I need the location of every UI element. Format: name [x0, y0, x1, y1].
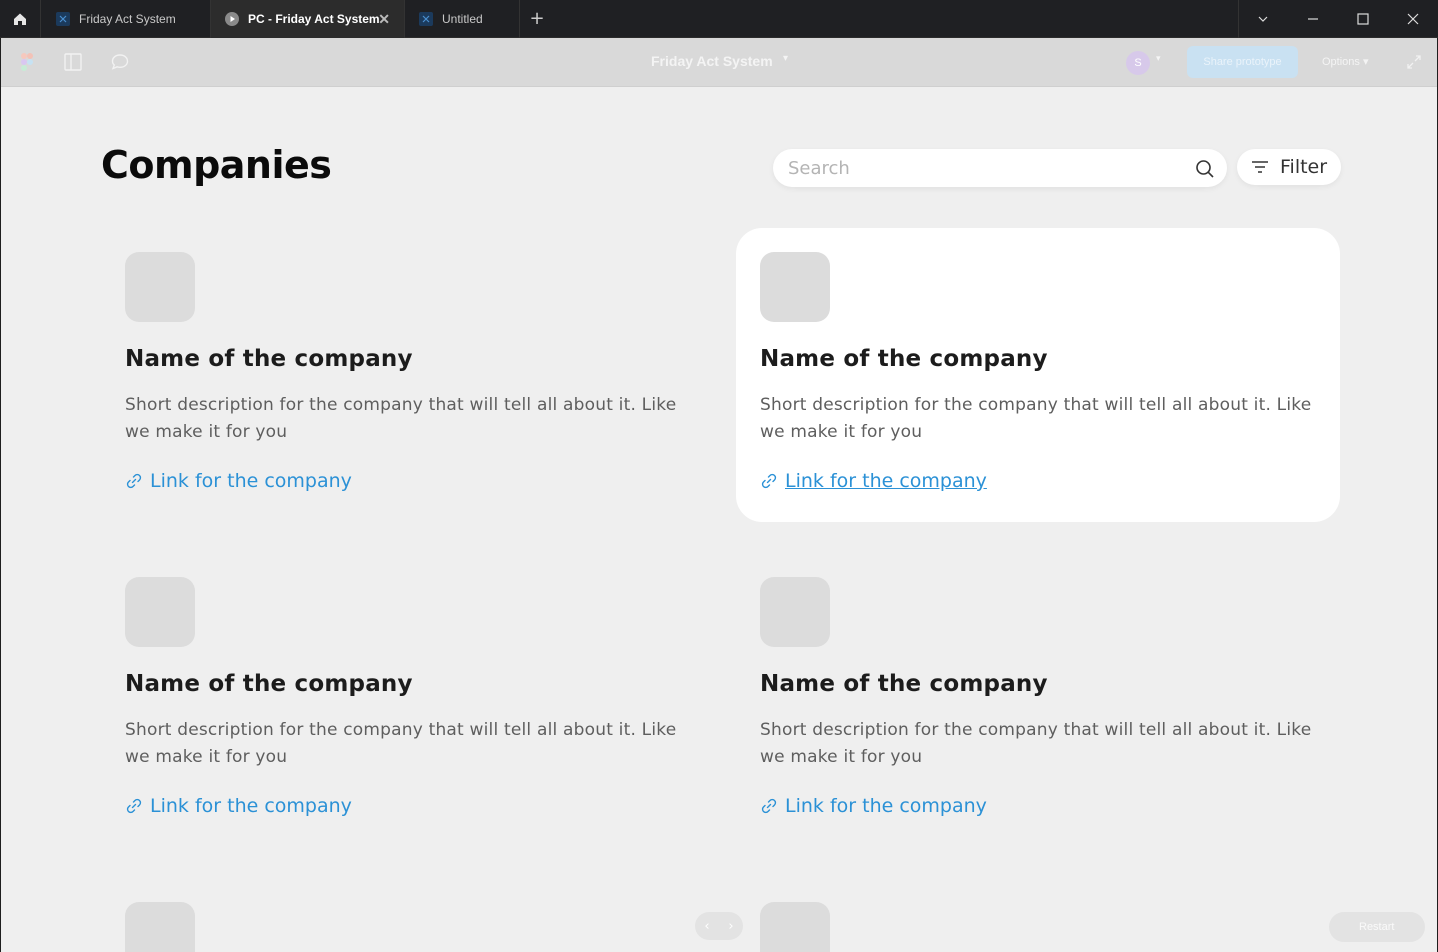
link-icon [125, 797, 143, 815]
company-name: Name of the company [760, 346, 1048, 372]
company-logo [760, 902, 830, 952]
link-icon [760, 797, 778, 815]
link-icon [125, 472, 143, 490]
company-link-text[interactable]: Link for the company [150, 470, 352, 492]
company-card-highlighted: Name of the company Short description fo… [736, 228, 1340, 522]
search-input[interactable]: Search [773, 149, 1227, 187]
chevron-down-icon[interactable]: ▾ [783, 53, 788, 64]
close-tab-icon[interactable]: ✕ [378, 12, 390, 26]
comment-icon[interactable] [108, 50, 132, 74]
company-link[interactable]: Link for the company [125, 795, 352, 817]
options-label: Options [1322, 56, 1360, 68]
title-bar: Friday Act System PC - Friday Act System… [0, 0, 1438, 38]
next-icon[interactable]: › [728, 919, 733, 934]
new-tab-button[interactable]: + [527, 9, 547, 29]
tab-pc-friday-act-system[interactable]: PC - Friday Act System ✕ [211, 0, 405, 38]
file-icon [419, 12, 433, 26]
company-description: Short description for the company that w… [760, 720, 1312, 767]
avatar[interactable]: S [1126, 51, 1150, 75]
close-window-icon[interactable] [1388, 0, 1438, 38]
chevron-down-icon[interactable]: ▾ [1156, 54, 1161, 64]
company-card: Name of the company Short description fo… [101, 553, 705, 847]
company-card: Name of the company Short description fo… [101, 228, 705, 522]
company-logo [125, 577, 195, 647]
file-name[interactable]: Friday Act System [651, 53, 773, 69]
company-link[interactable]: Link for the company [125, 470, 352, 492]
company-link-text[interactable]: Link for the company [150, 795, 352, 817]
share-prototype-button[interactable]: Share prototype [1187, 46, 1298, 78]
company-logo [125, 902, 195, 952]
play-icon [225, 12, 239, 26]
prototype-canvas: Companies Search Filter Name of the comp… [1, 87, 1437, 952]
sidebar-toggle-icon[interactable] [61, 50, 85, 74]
company-link[interactable]: Link for the company [760, 795, 987, 817]
company-logo [760, 577, 830, 647]
figma-logo-icon[interactable] [15, 50, 39, 74]
tab-label: Friday Act System [79, 12, 176, 26]
company-name: Name of the company [760, 671, 1048, 697]
company-link[interactable]: Link for the company [760, 470, 987, 492]
options-menu[interactable]: Options ▾ [1322, 55, 1369, 68]
company-card: Name of the company Short description fo… [736, 553, 1340, 847]
search-icon[interactable] [1195, 159, 1215, 179]
tab-label: Untitled [442, 12, 483, 26]
tab-untitled[interactable]: Untitled [405, 0, 520, 38]
company-link-text[interactable]: Link for the company [785, 470, 987, 492]
company-description: Short description for the company that w… [125, 395, 677, 442]
fullscreen-icon[interactable] [1402, 50, 1426, 74]
prototype-pager: ‹ › [695, 912, 743, 940]
company-link-text[interactable]: Link for the company [785, 795, 987, 817]
link-icon [760, 472, 778, 490]
company-description: Short description for the company that w… [760, 395, 1312, 442]
filter-icon [1250, 157, 1270, 177]
previous-icon[interactable]: ‹ [704, 919, 709, 934]
restart-button[interactable]: Restart [1329, 912, 1425, 942]
restart-label: Restart [1359, 921, 1395, 933]
filter-label: Filter [1280, 156, 1328, 178]
company-name: Name of the company [125, 671, 413, 697]
home-icon[interactable] [0, 0, 41, 38]
company-logo [760, 252, 830, 322]
tab-friday-act-system[interactable]: Friday Act System [42, 0, 211, 38]
company-logo [125, 252, 195, 322]
filter-button[interactable]: Filter [1237, 149, 1341, 185]
tab-list-chevron-icon[interactable] [1238, 0, 1288, 38]
page-title: Companies [101, 143, 332, 187]
prototype-toolbar: Friday Act System ▾ S ▾ Share prototype … [1, 38, 1437, 87]
maximize-icon[interactable] [1338, 0, 1388, 38]
search-placeholder: Search [788, 158, 850, 179]
minimize-icon[interactable] [1288, 0, 1338, 38]
file-icon [56, 12, 70, 26]
tab-label: PC - Friday Act System [248, 12, 380, 26]
company-name: Name of the company [125, 346, 413, 372]
company-description: Short description for the company that w… [125, 720, 677, 767]
